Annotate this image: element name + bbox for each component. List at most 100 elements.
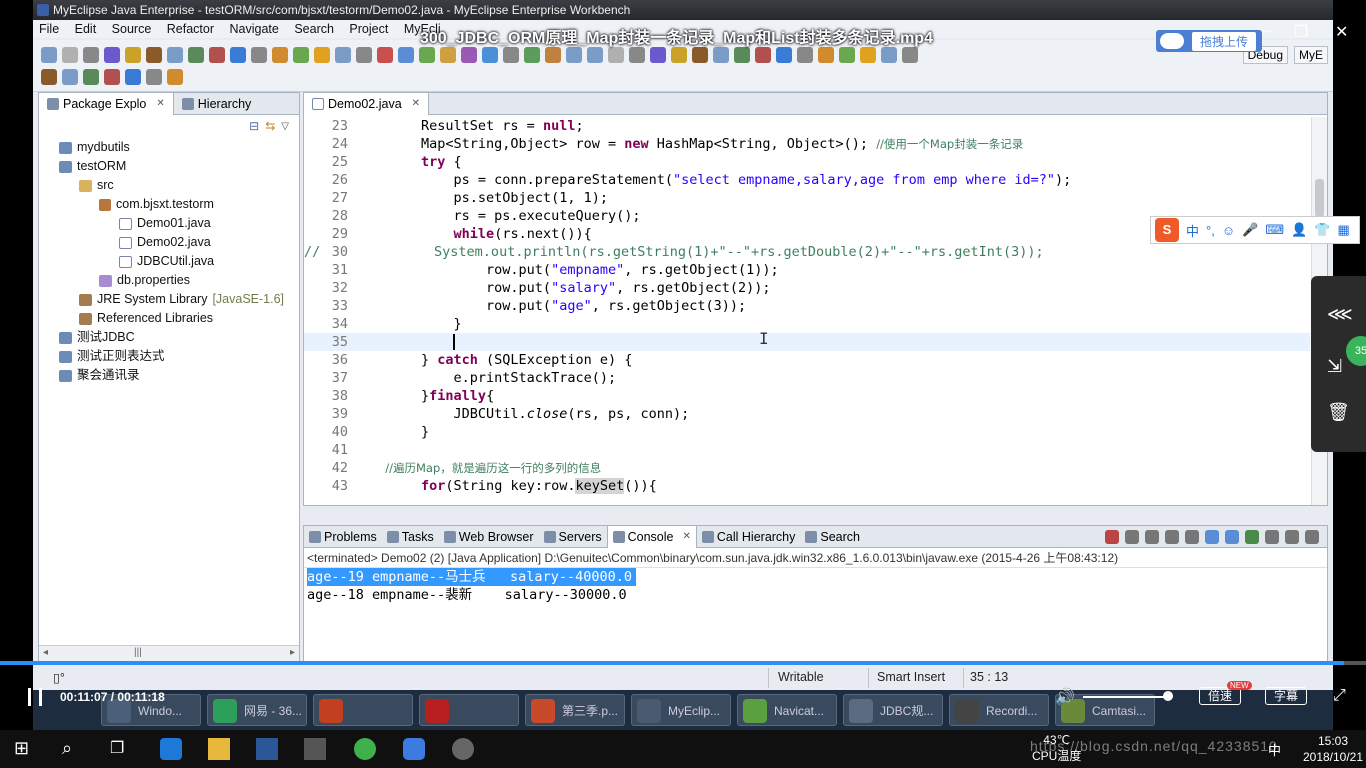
edge-browser-icon[interactable] <box>160 738 182 760</box>
tree-item[interactable]: 聚会通讯录 <box>59 366 140 385</box>
tab-demo02-java[interactable]: Demo02.java ✕ <box>304 93 430 115</box>
toolbar-button-icon[interactable] <box>797 47 813 63</box>
console-tool-icon[interactable] <box>1225 529 1239 544</box>
toolbar-button-icon[interactable] <box>566 47 582 63</box>
menu-navigate[interactable]: Navigate <box>224 20 285 38</box>
toolbar-button-icon[interactable] <box>650 47 666 63</box>
toolbar-button-icon[interactable] <box>608 47 624 63</box>
toolbar-button-icon[interactable] <box>293 47 309 63</box>
tab-hierarchy[interactable]: Hierarchy <box>174 93 260 115</box>
console-tool-icon[interactable] <box>1145 529 1159 544</box>
toolbar-button-icon[interactable] <box>629 47 645 63</box>
console-tool-icon[interactable] <box>1305 529 1319 544</box>
collect-icon[interactable]: ⇲ <box>1327 356 1342 377</box>
tree-item[interactable]: testORM <box>59 157 126 176</box>
tab-call-hierarchy[interactable]: Call Hierarchy <box>697 526 801 548</box>
windows-start-icon[interactable]: ⊞ <box>14 738 36 760</box>
video-player-icon[interactable] <box>452 738 474 760</box>
toolbar-button-icon[interactable] <box>818 47 834 63</box>
code-area[interactable]: 23 ResultSet rs = null; 24 Map<String,Obj… <box>304 117 1310 497</box>
toolbar-button-icon[interactable] <box>776 47 792 63</box>
baidu-netdisk-icon[interactable] <box>403 738 425 760</box>
tree-item[interactable]: Demo02.java <box>119 233 211 252</box>
console-tool-icon[interactable] <box>1125 529 1139 544</box>
grid-icon[interactable]: ▦ <box>1337 222 1349 238</box>
toolbar-button-icon[interactable] <box>125 47 141 63</box>
tree-item[interactable]: Referenced Libraries <box>79 309 213 328</box>
scroll-right-icon[interactable]: ▸ <box>290 647 295 658</box>
file-explorer-icon[interactable] <box>208 738 230 760</box>
360-browser-icon[interactable] <box>354 738 376 760</box>
toolbar-button-icon[interactable] <box>377 47 393 63</box>
close-icon[interactable]: ✕ <box>412 93 420 115</box>
close-icon[interactable]: ✕ <box>683 526 691 548</box>
maximize-icon[interactable]: ❐ <box>1294 22 1308 42</box>
toolbar-button-icon[interactable] <box>545 47 561 63</box>
tree-item[interactable]: Demo01.java <box>119 214 211 233</box>
toolbar-button-icon[interactable] <box>146 69 162 85</box>
skin-icon[interactable]: 👕 <box>1314 222 1330 238</box>
console-tool-icon[interactable] <box>1265 529 1279 544</box>
console-tool-icon[interactable] <box>1185 529 1199 544</box>
console-tool-icon[interactable] <box>1245 529 1259 544</box>
scroll-thumb[interactable]: ||| <box>134 647 142 658</box>
close-icon[interactable]: ✕ <box>1335 22 1348 42</box>
toolbar-button-icon[interactable] <box>398 47 414 63</box>
menu-refactor[interactable]: Refactor <box>161 20 220 38</box>
tree-item[interactable]: JDBCUtil.java <box>119 252 214 271</box>
minimize-icon[interactable]: – <box>1262 22 1271 40</box>
toolbar-button-icon[interactable] <box>251 47 267 63</box>
perspective-myeclipse[interactable]: MyE <box>1294 46 1328 64</box>
toolbar-button-icon[interactable] <box>188 47 204 63</box>
subtitle-button[interactable]: 字幕 <box>1265 687 1308 705</box>
tab-tasks[interactable]: Tasks <box>382 526 439 548</box>
toolbar-button-icon[interactable] <box>734 47 750 63</box>
tab-package-explorer[interactable]: Package Explo ✕ <box>39 92 174 115</box>
scroll-left-icon[interactable]: ◂ <box>43 647 48 658</box>
toolbar-button-icon[interactable] <box>83 47 99 63</box>
toolbar-button-icon[interactable] <box>860 47 876 63</box>
volume-knob[interactable] <box>1163 691 1173 701</box>
toolbar-button-icon[interactable] <box>167 69 183 85</box>
toolbar-button-icon[interactable] <box>83 69 99 85</box>
fullscreen-icon[interactable]: ⤢ <box>1333 687 1346 705</box>
toolbar-button-icon[interactable] <box>755 47 771 63</box>
tree-item[interactable]: 测试正则表达式 <box>59 347 165 366</box>
menu-search[interactable]: Search <box>288 20 340 38</box>
tree-item[interactable]: 测试JDBC <box>59 328 135 347</box>
toolbar-button-icon[interactable] <box>587 47 603 63</box>
toolbar-button-icon[interactable] <box>503 47 519 63</box>
tree-item[interactable]: JRE System Library [JavaSE-1.6] <box>79 290 284 309</box>
task-view-icon[interactable]: ❐ <box>110 738 132 760</box>
toolbar-button-icon[interactable] <box>440 47 456 63</box>
search-icon[interactable]: ⌕ <box>62 738 84 760</box>
toolbar-button-icon[interactable] <box>41 47 57 63</box>
toolbar-button-icon[interactable] <box>104 69 120 85</box>
toolbar-button-icon[interactable] <box>713 47 729 63</box>
tab-web-browser[interactable]: Web Browser <box>439 526 539 548</box>
user-icon[interactable]: 👤 <box>1291 222 1307 238</box>
tab-search[interactable]: Search <box>800 526 865 548</box>
toolbar-button-icon[interactable] <box>461 47 477 63</box>
toolbar-button-icon[interactable] <box>230 47 246 63</box>
toolbar-button-icon[interactable] <box>125 69 141 85</box>
upload-button[interactable]: 拖拽上传 <box>1156 30 1262 52</box>
toolbar-button-icon[interactable] <box>104 47 120 63</box>
tab-problems[interactable]: Problems <box>304 526 382 548</box>
toolbar-button-icon[interactable] <box>902 47 918 63</box>
toolbar-button-icon[interactable] <box>356 47 372 63</box>
toolbar-button-icon[interactable] <box>41 69 57 85</box>
explorer-horizontal-scrollbar[interactable]: ◂ ||| ▸ <box>39 645 299 661</box>
word-icon[interactable] <box>256 738 278 760</box>
toolbar-button-icon[interactable] <box>272 47 288 63</box>
console-tool-icon[interactable] <box>1105 529 1119 544</box>
system-clock[interactable]: 15:03 2018/10/21 <box>1300 733 1366 765</box>
toolbar-button-icon[interactable] <box>335 47 351 63</box>
link-editor-icon[interactable]: ⇆ <box>265 119 275 133</box>
tree-item[interactable]: mydbutils <box>59 138 130 157</box>
toolbar-button-icon[interactable] <box>524 47 540 63</box>
microphone-icon[interactable]: 🎤 <box>1242 222 1258 238</box>
menu-source[interactable]: Source <box>106 20 158 38</box>
store-icon[interactable] <box>304 738 326 760</box>
console-tool-icon[interactable] <box>1205 529 1219 544</box>
